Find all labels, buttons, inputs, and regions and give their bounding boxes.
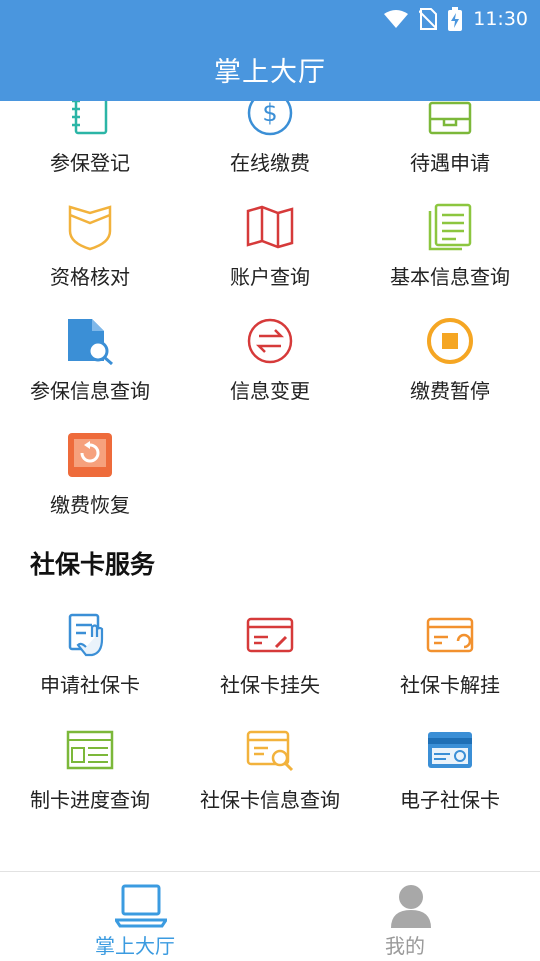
- service-info-change[interactable]: 信息变更: [180, 317, 360, 427]
- benefit-apply-icon: [428, 101, 472, 135]
- card-service-apply[interactable]: 申请社保卡: [0, 611, 180, 721]
- service-payment-pause[interactable]: 缴费暂停: [360, 317, 540, 427]
- app-header: 11:30 掌上大厅: [0, 0, 540, 101]
- service-label: 缴费暂停: [410, 379, 490, 403]
- service-benefit-apply[interactable]: 待遇申请: [360, 101, 540, 199]
- user-icon: [391, 885, 431, 928]
- wifi-icon: [384, 10, 409, 28]
- apply-hand-icon: [68, 613, 104, 657]
- status-bar: 11:30: [383, 6, 528, 32]
- card-service-label: 电子社保卡: [400, 788, 500, 812]
- service-label: 待遇申请: [410, 151, 490, 175]
- service-label: 基本信息查询: [390, 265, 510, 289]
- service-insurance-info-query[interactable]: 参保信息查询: [0, 317, 180, 427]
- card-loss-icon: [246, 617, 294, 653]
- battery-charging-icon: [448, 7, 463, 31]
- restore-icon: [68, 433, 112, 477]
- card-service-label: 申请社保卡: [40, 673, 140, 697]
- service-label: 信息变更: [230, 379, 310, 403]
- card-progress-icon: [66, 730, 114, 770]
- service-label: 在线缴费: [230, 151, 310, 175]
- tab-label: 我的: [385, 934, 425, 958]
- card-service-unlock[interactable]: 社保卡解挂: [360, 611, 540, 721]
- service-label: 缴费恢复: [50, 493, 130, 517]
- file-search-icon: [68, 319, 113, 365]
- service-basic-info-query[interactable]: 基本信息查询: [360, 203, 540, 313]
- service-online-payment[interactable]: $ 在线缴费: [180, 101, 360, 199]
- no-sim-icon: [419, 8, 438, 30]
- e-card-icon: [428, 732, 472, 768]
- card-service-label: 社保卡解挂: [400, 673, 500, 697]
- tab-hall[interactable]: 掌上大厅: [0, 872, 270, 961]
- card-service-e-card[interactable]: 电子社保卡: [360, 726, 540, 836]
- card-service-progress-query[interactable]: 制卡进度查询: [0, 726, 180, 836]
- register-icon: [72, 101, 108, 135]
- service-payment-restore[interactable]: 缴费恢复: [0, 431, 180, 541]
- card-service-section-title: 社保卡服务: [30, 550, 156, 579]
- service-register[interactable]: 参保登记: [0, 101, 180, 199]
- document-stack-icon: [428, 203, 472, 251]
- card-service-report-loss[interactable]: 社保卡挂失: [180, 611, 360, 721]
- service-account-query[interactable]: 账户查询: [180, 203, 360, 313]
- status-time: 11:30: [473, 8, 528, 30]
- laptop-icon: [115, 884, 167, 928]
- tab-label: 掌上大厅: [95, 934, 175, 958]
- swap-arrows-icon: [247, 318, 293, 364]
- bottom-tab-bar: 掌上大厅 我的: [0, 871, 540, 961]
- card-service-label: 制卡进度查询: [30, 788, 150, 812]
- card-info-search-icon: [246, 730, 294, 772]
- page-title: 掌上大厅: [214, 57, 326, 88]
- svg-text:$: $: [262, 101, 277, 127]
- card-service-label: 社保卡信息查询: [200, 788, 340, 812]
- service-qualification[interactable]: 资格核对: [0, 203, 180, 313]
- service-label: 资格核对: [50, 265, 130, 289]
- qualification-shield-icon: [68, 205, 112, 251]
- stop-circle-icon: [427, 318, 473, 364]
- card-service-label: 社保卡挂失: [220, 673, 320, 697]
- service-label: 账户查询: [230, 265, 310, 289]
- service-label: 参保登记: [50, 151, 130, 175]
- tab-mine[interactable]: 我的: [270, 872, 540, 961]
- map-account-icon: [246, 205, 294, 249]
- service-label: 参保信息查询: [30, 379, 150, 403]
- card-service-info-query[interactable]: 社保卡信息查询: [180, 726, 360, 836]
- card-unlock-icon: [426, 617, 474, 653]
- service-content[interactable]: 参保登记 $ 在线缴费 待遇申请 资格核对 账户查询 基本信息查询 参保信息查询…: [0, 101, 540, 871]
- online-payment-icon: $: [247, 101, 293, 136]
